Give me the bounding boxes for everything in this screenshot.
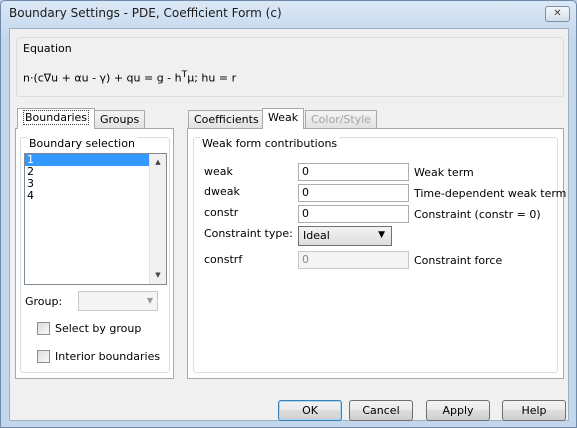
list-item[interactable]: 1 (25, 154, 149, 166)
title-bar: Boundary Settings - PDE, Coefficient For… (1, 1, 576, 27)
boundary-listbox[interactable]: 1 2 3 4 ▲ ▼ (24, 153, 167, 285)
boundaries-panel: Boundary selection 1 2 3 4 ▲ ▼ Group: ▼ … (15, 128, 174, 379)
scroll-up-icon[interactable]: ▲ (150, 154, 166, 170)
select-by-group-checkbox[interactable] (37, 322, 50, 335)
weak-form-label: Weak form contributions (200, 137, 340, 150)
dialog-window: Boundary Settings - PDE, Coefficient For… (0, 0, 577, 428)
constr-name: constr (204, 206, 239, 219)
boundary-selection-label: Boundary selection (27, 137, 137, 150)
constrf-desc: Constraint force (414, 254, 503, 267)
cancel-button[interactable]: Cancel (349, 400, 413, 421)
close-button[interactable]: ✕ (545, 6, 570, 22)
list-item[interactable]: 4 (25, 190, 149, 202)
list-item[interactable]: 3 (25, 178, 149, 190)
constraint-type-select[interactable]: Ideal ▼ (298, 226, 392, 246)
scroll-down-icon[interactable]: ▼ (150, 267, 166, 283)
chevron-down-icon: ▼ (146, 296, 153, 305)
tab-boundaries-label: Boundaries (23, 110, 90, 125)
formula-tail: μ; hu = r (187, 71, 237, 85)
window-title: Boundary Settings - PDE, Coefficient For… (9, 6, 282, 20)
formula-main: n·(c∇u + αu - γ) + qu = g - h (23, 71, 182, 85)
equation-formula: n·(c∇u + αu - γ) + qu = g - hTμ; hu = r (23, 69, 236, 85)
dweak-desc: Time-dependent weak term (414, 187, 567, 200)
ok-button[interactable]: OK (278, 400, 342, 421)
dweak-input[interactable]: 0 (298, 184, 409, 202)
constrf-name: constrf (204, 253, 243, 266)
tab-weak-label: Weak (268, 111, 299, 124)
constraint-type-value: Ideal (303, 229, 330, 242)
group-label: Group: (25, 295, 63, 308)
constr-input[interactable]: 0 (298, 205, 409, 223)
constr-desc: Constraint (constr = 0) (414, 208, 541, 221)
weak-panel: Weak form contributions weak 0 Weak term… (187, 128, 567, 379)
equation-group: Equation n·(c∇u + αu - γ) + qu = g - hTμ… (16, 37, 564, 97)
dialog-client: Equation n·(c∇u + αu - γ) + qu = g - hTμ… (9, 28, 569, 421)
dweak-name: dweak (204, 185, 240, 198)
constrf-input: 0 (298, 251, 409, 269)
interior-boundaries-checkbox[interactable] (37, 350, 50, 363)
select-by-group-label: Select by group (55, 322, 142, 335)
tab-color-style-label: Color/Style (311, 113, 372, 126)
tab-weak[interactable]: Weak (262, 108, 305, 129)
group-combo[interactable]: ▼ (78, 291, 158, 311)
weak-input[interactable]: 0 (298, 163, 409, 181)
constraint-type-label: Constraint type: (204, 227, 293, 240)
tab-coefficients-label: Coefficients (194, 113, 259, 126)
interior-boundaries-label: Interior boundaries (55, 350, 161, 363)
equation-label: Equation (23, 42, 72, 55)
apply-button[interactable]: Apply (426, 400, 490, 421)
help-button[interactable]: Help (502, 400, 566, 421)
tab-boundaries[interactable]: Boundaries (17, 108, 96, 129)
tab-groups-label: Groups (100, 113, 140, 126)
chevron-down-icon: ▼ (378, 230, 385, 240)
tab-coefficients[interactable]: Coefficients (188, 110, 265, 129)
tab-color-style: Color/Style (305, 110, 378, 129)
list-scrollbar[interactable]: ▲ ▼ (149, 154, 166, 284)
list-item[interactable]: 2 (25, 166, 149, 178)
tab-groups[interactable]: Groups (94, 110, 146, 129)
weak-desc: Weak term (414, 166, 474, 179)
weak-name: weak (204, 165, 233, 178)
close-icon: ✕ (553, 8, 562, 19)
